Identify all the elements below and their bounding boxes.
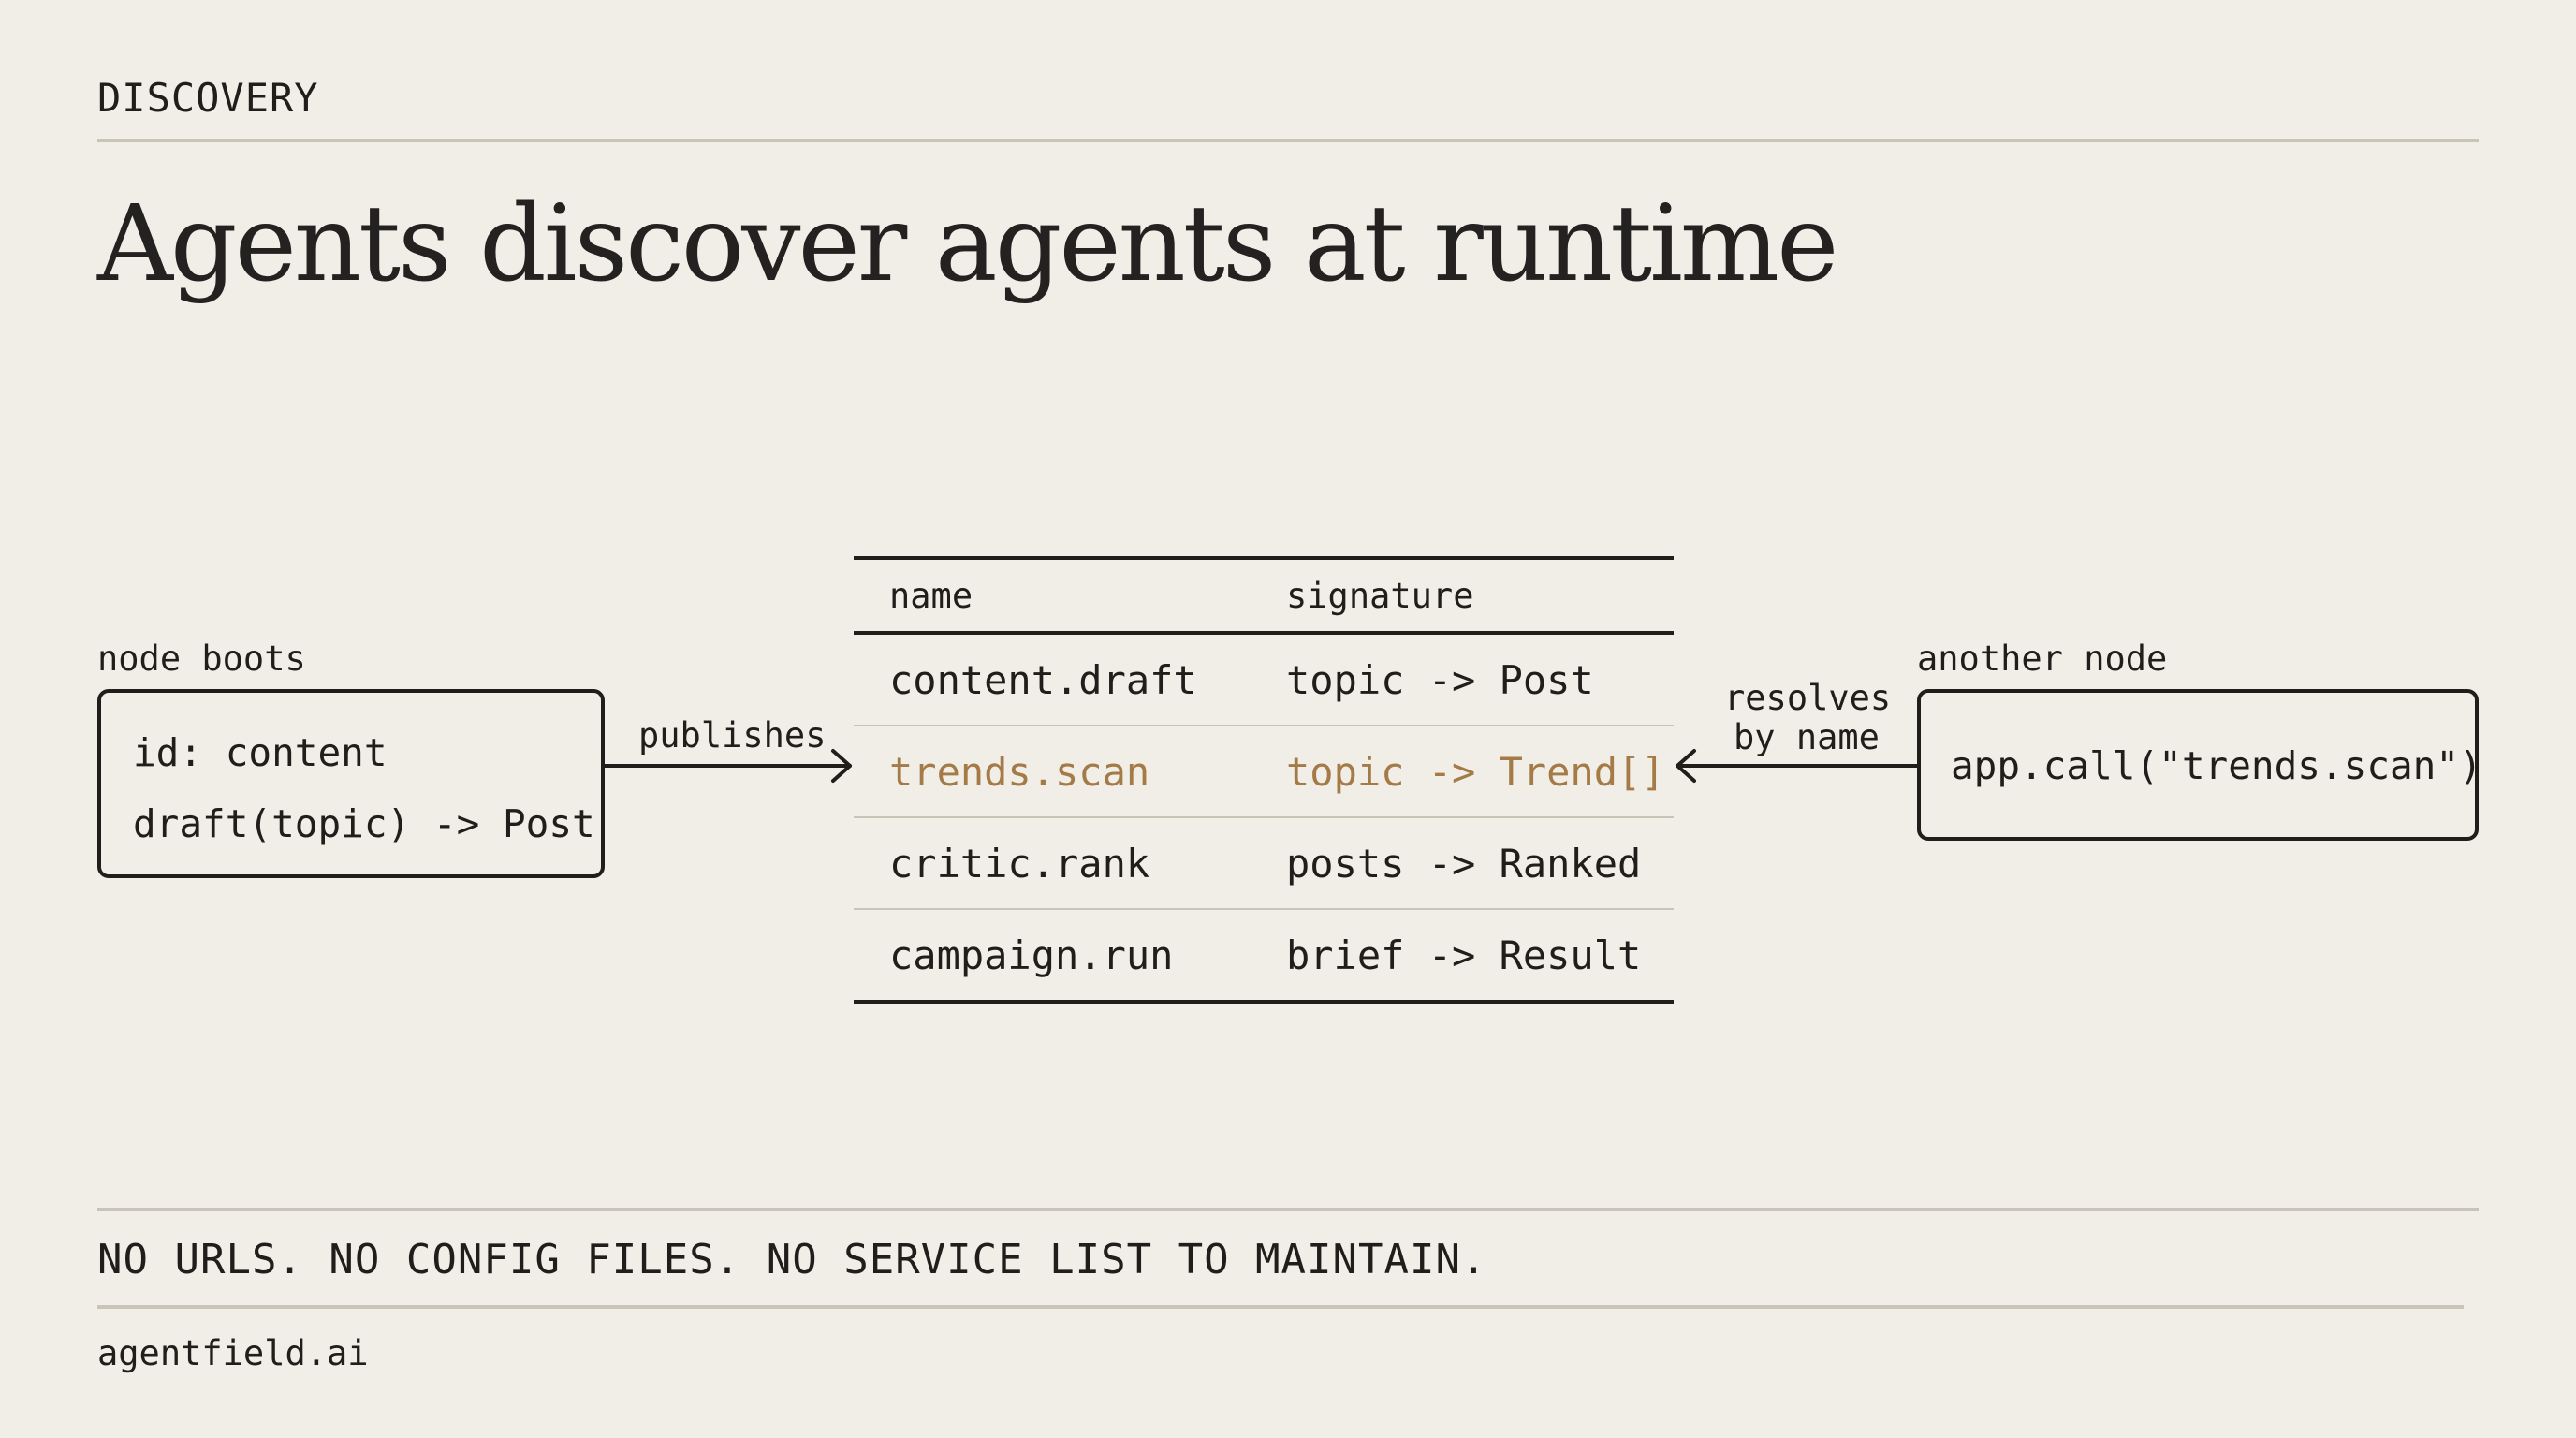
connector-arrows bbox=[603, 749, 1919, 783]
bottom-divider-lower bbox=[97, 1305, 2464, 1309]
publish-arrow bbox=[603, 749, 852, 783]
tagline: NO URLS. NO CONFIG FILES. NO SERVICE LIS… bbox=[97, 1236, 1487, 1284]
footer-site: agentfield.ai bbox=[97, 1333, 369, 1373]
resolve-arrow bbox=[1676, 749, 1919, 783]
bottom-divider-upper bbox=[97, 1208, 2479, 1211]
